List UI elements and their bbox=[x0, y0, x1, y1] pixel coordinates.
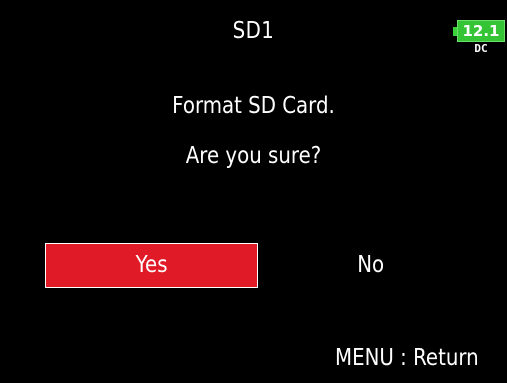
menu-return-hint: MENU : Return bbox=[335, 345, 479, 371]
screen-title: SD1 bbox=[232, 18, 275, 44]
power-source-label: DC bbox=[474, 42, 488, 55]
dialog-question: Are you sure? bbox=[185, 143, 322, 169]
no-button-label: No bbox=[357, 252, 384, 278]
battery-indicator: 12.1 DC bbox=[453, 20, 507, 58]
yes-button[interactable]: Yes bbox=[45, 243, 258, 288]
battery-voltage: 12.1 bbox=[457, 20, 505, 42]
device-screen: SD1 12.1 DC Format SD Card. Are you sure… bbox=[0, 0, 507, 383]
yes-button-label: Yes bbox=[135, 252, 168, 278]
no-button[interactable]: No bbox=[264, 243, 477, 288]
dialog-message: Format SD Card. bbox=[172, 93, 335, 119]
